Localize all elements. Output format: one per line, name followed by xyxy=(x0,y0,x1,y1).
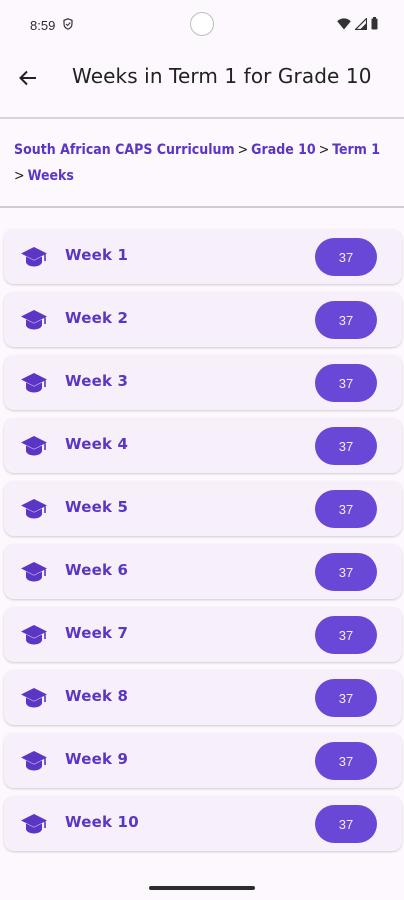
count-badge: 37 xyxy=(315,553,377,591)
graduation-cap-icon xyxy=(21,814,47,834)
breadcrumb: South African CAPS Curriculum > Grade 10 > T… xyxy=(14,137,398,189)
graduation-cap-icon xyxy=(21,247,47,267)
app-bar-divider xyxy=(0,117,404,119)
week-label: Week 9 xyxy=(65,750,129,768)
week-row-8[interactable]: Week 8 37 xyxy=(4,670,402,725)
week-label: Week 6 xyxy=(65,561,129,579)
graduation-cap-icon xyxy=(21,310,47,330)
breadcrumb-item-term[interactable]: Term 1 xyxy=(332,142,380,158)
graduation-cap-icon xyxy=(21,751,47,771)
week-label: Week 5 xyxy=(65,498,129,516)
week-row-3[interactable]: Week 3 37 xyxy=(4,355,402,410)
home-indicator[interactable] xyxy=(149,886,255,890)
graduation-cap-icon xyxy=(21,625,47,645)
week-row-2[interactable]: Week 2 37 xyxy=(4,292,402,347)
week-list: Week 1 37 Week 2 37 Week 3 37 Week 4 37 xyxy=(4,229,402,859)
count-badge: 37 xyxy=(315,616,377,654)
count-badge: 37 xyxy=(315,427,377,465)
graduation-cap-icon xyxy=(21,688,47,708)
app-bar: Weeks in Term 1 for Grade 10 xyxy=(0,50,404,118)
graduation-cap-icon xyxy=(21,373,47,393)
battery-icon xyxy=(371,17,378,30)
week-row-5[interactable]: Week 5 37 xyxy=(4,481,402,536)
count-badge: 37 xyxy=(315,742,377,780)
week-label: Week 4 xyxy=(65,435,129,453)
count-badge: 37 xyxy=(315,364,377,402)
page-title: Weeks in Term 1 for Grade 10 xyxy=(72,64,372,88)
week-row-6[interactable]: Week 6 37 xyxy=(4,544,402,599)
count-badge: 37 xyxy=(315,490,377,528)
week-label: Week 8 xyxy=(65,687,129,705)
breadcrumb-divider xyxy=(0,206,404,208)
graduation-cap-icon xyxy=(21,499,47,519)
count-badge: 37 xyxy=(315,238,377,276)
graduation-cap-icon xyxy=(21,436,47,456)
week-label: Week 10 xyxy=(65,813,139,831)
week-label: Week 7 xyxy=(65,624,129,642)
arrow-back-icon xyxy=(19,70,36,86)
status-time: 8:59 xyxy=(30,18,56,33)
graduation-cap-icon xyxy=(21,562,47,582)
week-row-7[interactable]: Week 7 37 xyxy=(4,607,402,662)
back-button[interactable] xyxy=(14,64,42,92)
shield-icon xyxy=(63,18,73,30)
week-label: Week 3 xyxy=(65,372,129,390)
week-row-10[interactable]: Week 10 37 xyxy=(4,796,402,851)
breadcrumb-item-curriculum[interactable]: South African CAPS Curriculum xyxy=(14,142,235,158)
week-row-4[interactable]: Week 4 37 xyxy=(4,418,402,473)
week-label: Week 2 xyxy=(65,309,129,327)
breadcrumb-item-grade[interactable]: Grade 10 xyxy=(251,142,316,158)
week-label: Week 1 xyxy=(65,246,129,264)
wifi-icon xyxy=(337,17,351,29)
breadcrumb-separator: > xyxy=(14,168,25,184)
status-bar: 8:59 xyxy=(0,0,404,50)
count-badge: 37 xyxy=(315,679,377,717)
week-row-9[interactable]: Week 9 37 xyxy=(4,733,402,788)
signal-icon xyxy=(355,17,367,30)
breadcrumb-separator: > xyxy=(237,142,249,158)
breadcrumb-separator: > xyxy=(318,142,330,158)
count-badge: 37 xyxy=(315,301,377,339)
system-icons xyxy=(337,17,378,30)
camera-cutout xyxy=(190,12,214,36)
count-badge: 37 xyxy=(315,805,377,843)
breadcrumb-item-weeks[interactable]: Weeks xyxy=(28,168,74,184)
week-row-1[interactable]: Week 1 37 xyxy=(4,229,402,284)
